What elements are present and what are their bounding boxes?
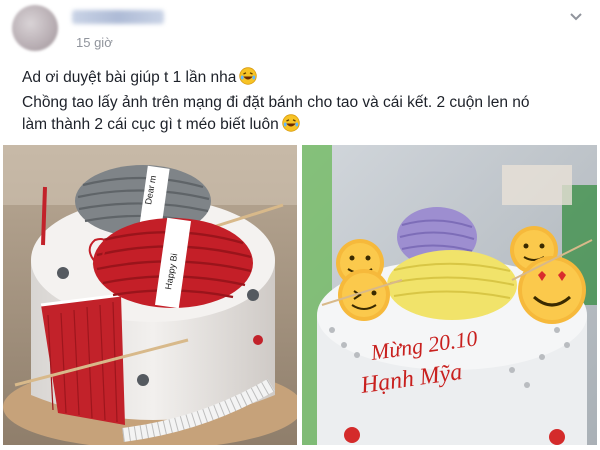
facebook-post: 15 giờ Ad ơi duyệt bài giúp t 1 lần nha … — [0, 0, 600, 450]
chevron-down-icon — [570, 8, 582, 24]
post-line-3: làm thành 2 cái cục gì t méo biết luôn — [22, 116, 279, 133]
post-line-2: Chồng tao lấy ảnh trên mạng đi đặt bánh … — [22, 94, 530, 111]
photo-ordered-cake[interactable]: Mừng 20.10 Hạnh Mỹa — [302, 145, 597, 445]
post-text-line: làm thành 2 cái cục gì t méo biết luôn — [22, 114, 592, 139]
photo-knitting-cake[interactable]: Dear m Happy Bi — [3, 145, 297, 445]
post-options-button[interactable] — [570, 8, 582, 24]
author-name-blurred[interactable] — [72, 10, 164, 24]
author-avatar[interactable] — [12, 5, 58, 51]
laughing-emoji-icon — [282, 114, 300, 139]
post-text-line: Chồng tao lấy ảnh trên mạng đi đặt bánh … — [22, 92, 592, 114]
post-timestamp[interactable]: 15 giờ — [76, 35, 113, 50]
post-line-1: Ad ơi duyệt bài giúp t 1 lần nha — [22, 69, 237, 86]
post-text: Ad ơi duyệt bài giúp t 1 lần nha Chồng t… — [22, 67, 592, 139]
post-text-line: Ad ơi duyệt bài giúp t 1 lần nha — [22, 67, 592, 92]
laughing-emoji-icon — [239, 67, 258, 92]
